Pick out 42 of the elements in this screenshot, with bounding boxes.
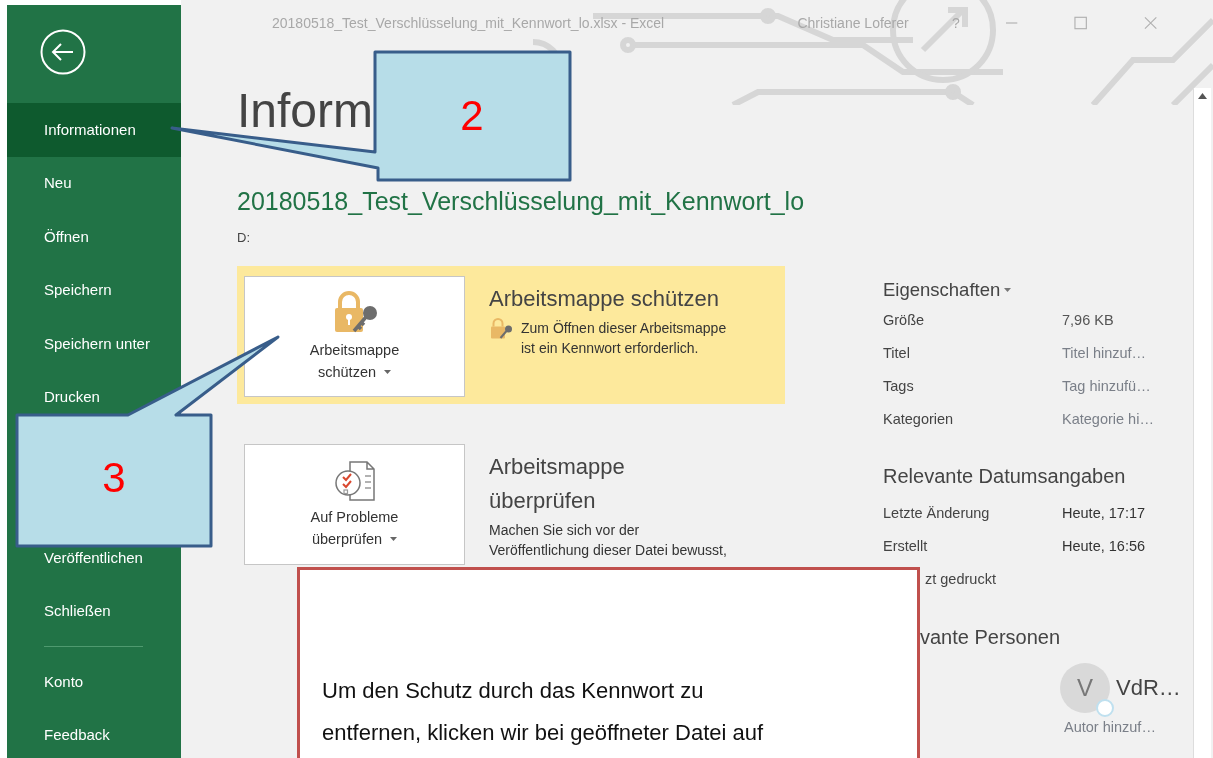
property-value: Heute, 17:17: [1062, 504, 1146, 521]
section-title: Arbeitsmappe überprüfen: [489, 453, 626, 515]
section-description: Machen Sie sich vor der Veröffentlichung dieser Datei bewusst,: [489, 521, 727, 560]
property-value: Heute, 16:56: [1062, 537, 1146, 554]
sidebar-item[interactable]: Speichern: [44, 279, 112, 302]
file-name: 20180518_Test_Verschlüsselung_mit_Kennwort_lo: [237, 186, 806, 217]
protect-workbook-button[interactable]: Arbeitsmappe schützen: [244, 276, 465, 397]
property-label: Größe: [883, 311, 926, 328]
property-field[interactable]: Tag hinzufü…: [1062, 377, 1172, 394]
sidebar-item[interactable]: Feedback: [44, 724, 110, 747]
property-field[interactable]: Titel hinzuf…: [1062, 344, 1172, 361]
property-label: Letzte Änderung: [883, 504, 991, 521]
sidebar-item[interactable]: Informationen: [7, 103, 181, 157]
property-label: Kategorien: [883, 410, 955, 427]
window-title: 20180518_Test_Verschlüsselung_mit_Kennwort_lo.xlsx - Excel: [272, 15, 666, 31]
sidebar-item[interactable]: Veröffentlichen: [44, 546, 143, 569]
author-name[interactable]: VdR…: [1116, 674, 1181, 701]
property-label: Titel: [883, 344, 911, 361]
properties-heading[interactable]: Eigenschaften: [883, 277, 1012, 303]
sidebar-item[interactable]: Schließen: [44, 600, 111, 623]
sidebar-item[interactable]: Öffnen: [44, 225, 89, 248]
file-location: D:: [237, 229, 251, 247]
dates-heading: Relevante Datumsangaben: [883, 464, 1126, 489]
section-title: Arbeitsmappe schützen: [489, 285, 720, 313]
sidebar-item[interactable]: Speichern unter: [44, 332, 150, 355]
property-label: Tags: [883, 377, 915, 394]
property-label: zt gedruckt: [925, 570, 997, 587]
sidebar-item[interactable]: Konto: [44, 670, 84, 693]
callout-number: 3: [102, 454, 126, 501]
sidebar-item[interactable]: Drucken: [44, 386, 100, 409]
add-author-field[interactable]: Autor hinzuf…: [1064, 718, 1184, 735]
property-label: Erstellt: [883, 537, 929, 554]
property-field[interactable]: Kategorie hi…: [1062, 410, 1172, 427]
sidebar-item[interactable]: Neu: [44, 172, 72, 195]
people-heading: vante Personen: [920, 624, 1061, 650]
user-name: Christiane Loferer: [797, 15, 910, 31]
note-text: Um den Schutz durch das Kennwort zu entfernen, klicken wir bei geöffneter Datei auf: [321, 677, 764, 747]
property-value: 7,96 KB: [1062, 311, 1114, 328]
check-issues-button[interactable]: Auf Probleme überprüfen: [244, 444, 465, 565]
page-heading: Inform: [237, 83, 374, 139]
section-description: Zum Öffnen dieser Arbeitsmappe ist ein Kennwort erforderlich.: [521, 319, 727, 358]
callout-number: 2: [460, 92, 484, 139]
